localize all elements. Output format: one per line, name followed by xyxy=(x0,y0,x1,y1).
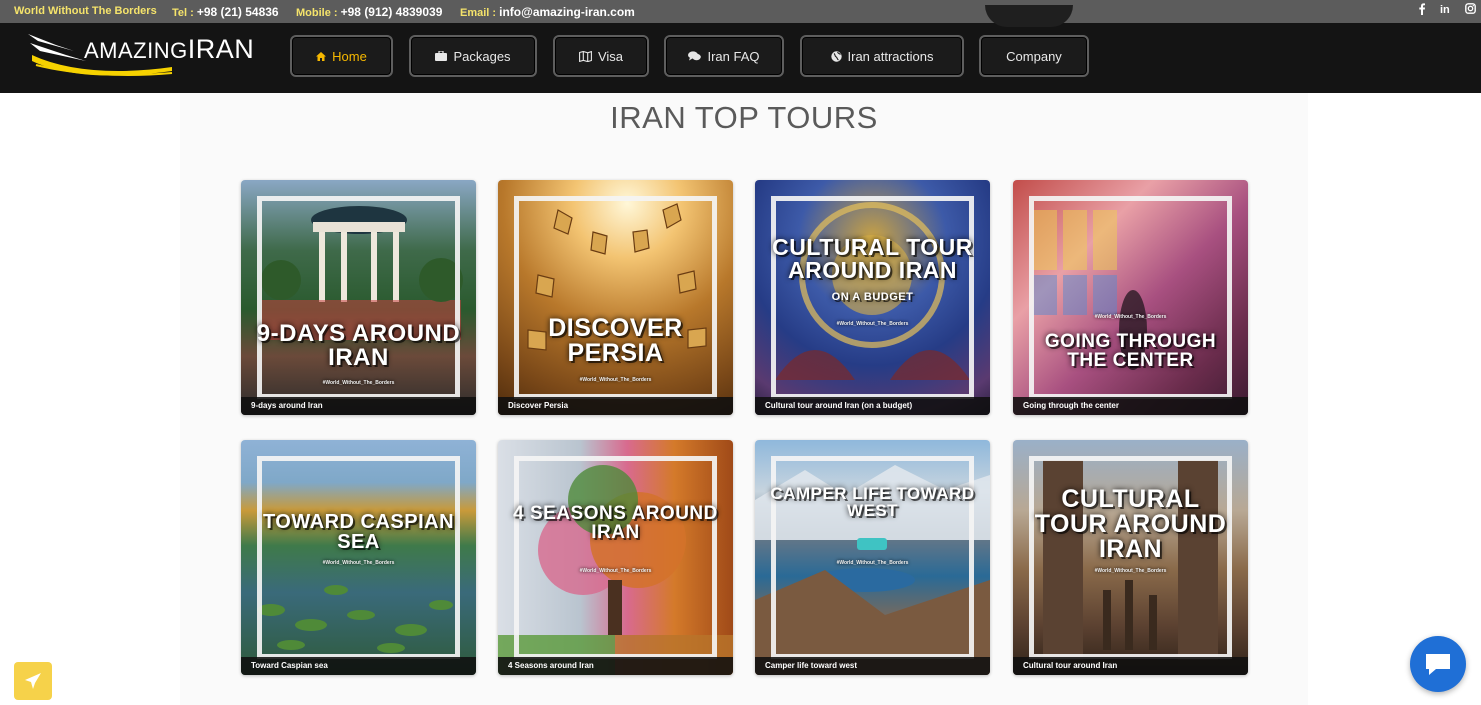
tour-image-title: DISCOVER PERSIA xyxy=(548,314,683,367)
tour-card-camper-life[interactable]: CAMPER LIFE TOWARD WEST #World_Without_T… xyxy=(755,440,990,675)
section-title: IRAN TOP TOURS xyxy=(610,100,878,135)
instagram-icon[interactable] xyxy=(1465,3,1476,17)
tour-card-caspian[interactable]: TOWARD CASPIAN SEA #World_Without_The_Bo… xyxy=(241,440,476,675)
tour-image-title: CAMPER LIFE TOWARD WEST xyxy=(770,484,975,520)
nav-packages-label: Packages xyxy=(453,48,511,64)
tour-caption[interactable]: Camper life toward west xyxy=(755,657,990,675)
tour-caption[interactable]: 9-days around Iran xyxy=(241,397,476,415)
tour-image-hashtag: #World_Without_The_Borders xyxy=(579,377,652,383)
tour-card-going-center[interactable]: #World_Without_The_Borders GOING THROUGH… xyxy=(1013,180,1248,415)
site-logo[interactable]: AMAZINGIRAN xyxy=(26,31,271,79)
chat-icon xyxy=(1426,654,1450,675)
card-frame xyxy=(514,456,717,659)
tour-caption[interactable]: Cultural tour around Iran xyxy=(1013,657,1248,675)
tour-image-hashtag: #World_Without_The_Borders xyxy=(836,321,909,327)
tour-image-hashtag: #World_Without_The_Borders xyxy=(836,560,909,566)
top-contact-bar: World Without The Borders Tel : +98 (21)… xyxy=(0,0,1481,23)
airplane-icon xyxy=(25,673,41,689)
briefcase-icon xyxy=(435,51,448,61)
nav-home-label: Home xyxy=(332,48,367,64)
tour-card-4-seasons[interactable]: 4 SEASONS AROUND IRAN #World_Without_The… xyxy=(498,440,733,675)
phone-info: Tel : +98 (21) 54836 xyxy=(172,5,279,19)
tour-image-title: GOING THROUGH THE CENTER xyxy=(1044,331,1217,371)
email-link[interactable]: info@amazing-iran.com xyxy=(499,5,635,19)
tour-card-discover-persia[interactable]: DISCOVER PERSIA #World_Without_The_Borde… xyxy=(498,180,733,415)
tour-caption[interactable]: Going through the center xyxy=(1013,397,1248,415)
linkedin-icon[interactable]: in xyxy=(1440,4,1450,16)
tour-image-hashtag: #World_Without_The_Borders xyxy=(579,568,652,574)
mobile-value[interactable]: +98 (912) 4839039 xyxy=(341,5,443,19)
tour-image-hashtag: #World_Without_The_Borders xyxy=(322,380,395,386)
nav-visa-label: Visa xyxy=(597,48,624,64)
chat-button[interactable] xyxy=(1410,636,1466,692)
tour-image-title: CULTURAL TOUR AROUND IRAN xyxy=(1034,485,1227,563)
header-decoration xyxy=(985,5,1073,27)
phone-value[interactable]: +98 (21) 54836 xyxy=(197,5,279,19)
nav-faq-label: Iran FAQ xyxy=(707,48,760,64)
floating-plane-button[interactable] xyxy=(14,662,52,700)
logo-text-right: IRAN xyxy=(187,34,255,64)
tour-card-9-days[interactable]: 9-DAYS AROUND IRAN #World_Without_The_Bo… xyxy=(241,180,476,415)
globe-icon xyxy=(830,50,842,62)
tour-image-hashtag: #World_Without_The_Borders xyxy=(322,560,395,566)
tour-image-title: TOWARD CASPIAN SEA xyxy=(262,511,455,553)
nav-faq-button[interactable]: Iran FAQ xyxy=(664,35,784,77)
slogan: World Without The Borders xyxy=(14,5,157,17)
mobile-info: Mobile : +98 (912) 4839039 xyxy=(296,5,442,19)
nav-company-label: Company xyxy=(1006,48,1062,64)
tour-image-title: 4 SEASONS AROUND IRAN xyxy=(513,503,718,543)
nav-visa-button[interactable]: Visa xyxy=(553,35,649,77)
tour-card-cultural-tour[interactable]: CULTURAL TOUR AROUND IRAN #World_Without… xyxy=(1013,440,1248,675)
tour-image-title: 9-DAYS AROUND IRAN xyxy=(256,320,461,371)
email-info: Email : info@amazing-iran.com xyxy=(460,5,635,19)
email-label: Email : xyxy=(460,7,497,19)
nav-home-button[interactable]: Home xyxy=(290,35,393,77)
mobile-label: Mobile : xyxy=(296,7,338,19)
nav-packages-button[interactable]: Packages xyxy=(409,35,537,77)
phone-label: Tel : xyxy=(172,7,194,19)
tour-caption[interactable]: 4 Seasons around Iran xyxy=(498,657,733,675)
site-header: AMAZINGIRAN Home Packages Visa Iran FAQ … xyxy=(0,5,1481,93)
card-frame xyxy=(514,196,717,399)
logo-wordmark: AMAZINGIRAN xyxy=(84,34,254,65)
tour-image-hashtag: #World_Without_The_Borders xyxy=(1094,568,1167,574)
tour-image-title: CULTURAL TOUR AROUND IRAN xyxy=(772,234,973,283)
tour-card-cultural-budget[interactable]: CULTURAL TOUR AROUND IRAN ON A BUDGET #W… xyxy=(755,180,990,415)
logo-text-left: AMAZING xyxy=(84,38,188,63)
tour-image-hashtag: #World_Without_The_Borders xyxy=(1094,314,1167,320)
tour-caption[interactable]: Cultural tour around Iran (on a budget) xyxy=(755,397,990,415)
tour-image-subtitle: ON A BUDGET xyxy=(831,291,914,303)
nav-company-button[interactable]: Company xyxy=(979,35,1089,77)
card-frame xyxy=(257,456,460,659)
nav-attractions-label: Iran attractions xyxy=(847,48,934,64)
tour-caption[interactable]: Discover Persia xyxy=(498,397,733,415)
chat-bubbles-icon xyxy=(688,51,702,61)
home-icon xyxy=(316,51,327,61)
facebook-icon[interactable] xyxy=(1418,3,1426,18)
map-icon xyxy=(579,50,592,62)
nav-attractions-button[interactable]: Iran attractions xyxy=(800,35,964,77)
tour-caption[interactable]: Toward Caspian sea xyxy=(241,657,476,675)
